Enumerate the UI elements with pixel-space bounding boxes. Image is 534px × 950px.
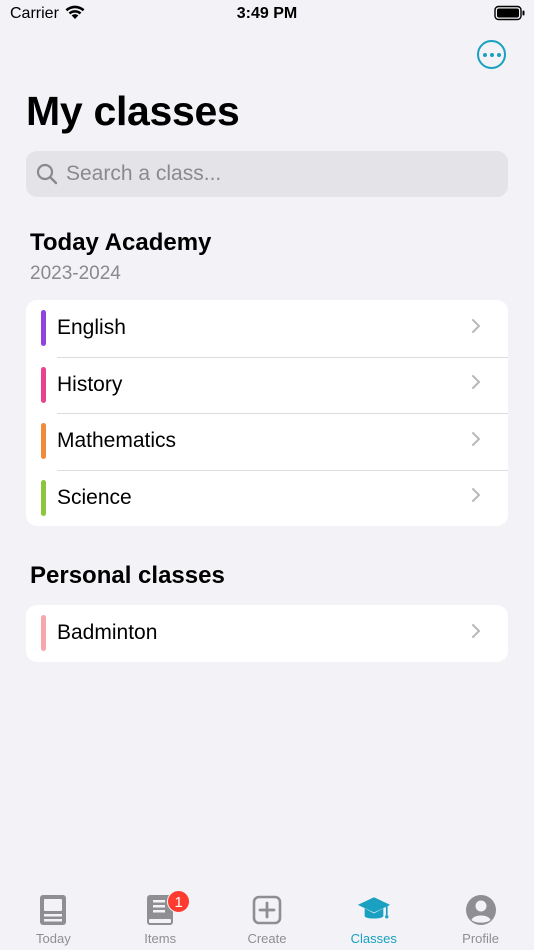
class-row-mathematics[interactable]: Mathematics [26, 413, 508, 470]
tab-label: Today [36, 931, 71, 946]
class-row-science[interactable]: Science [26, 469, 508, 527]
chevron-right-icon [471, 318, 481, 339]
search-input[interactable] [66, 151, 496, 197]
class-label: Mathematics [57, 429, 177, 453]
tab-items[interactable]: 1 Items [107, 884, 214, 950]
section-subtitle-year: 2023-2024 [30, 263, 121, 284]
section-title-personal-classes: Personal classes [30, 562, 225, 589]
tab-label: Profile [462, 931, 500, 946]
class-row-badminton[interactable]: Badminton [26, 605, 508, 662]
class-color-bar [41, 615, 46, 652]
status-bar: Carrier 3:49 PM [0, 0, 534, 30]
tab-label: Items [144, 931, 177, 946]
class-row-english[interactable]: English [26, 300, 508, 357]
status-time: 3:49 PM [236, 5, 298, 22]
tab-label: Classes [350, 931, 397, 946]
search-icon [36, 163, 58, 190]
class-color-bar [41, 310, 46, 347]
chevron-right-icon [471, 623, 481, 644]
battery-icon [494, 5, 526, 26]
tab-classes[interactable]: Classes [320, 884, 427, 950]
class-label: Science [57, 485, 132, 509]
ellipsis-dot [489, 52, 494, 57]
tab-bar: Today 1 Items Create Classes Profile [0, 884, 534, 950]
chevron-right-icon [471, 487, 481, 508]
section-title-today-academy: Today Academy [30, 229, 212, 256]
more-options-button[interactable] [477, 40, 506, 69]
person-circle-icon [464, 893, 498, 927]
page-title: My classes [26, 88, 240, 134]
class-label: Badminton [57, 621, 158, 645]
tab-label: Create [247, 931, 287, 946]
class-color-bar [41, 366, 46, 403]
class-color-bar [41, 423, 46, 460]
class-list-today-academy: English History Mathematics Science [26, 300, 508, 526]
search-bar[interactable] [26, 151, 508, 197]
chevron-right-icon [471, 374, 481, 395]
class-row-history[interactable]: History [26, 356, 508, 414]
ellipsis-circle-icon [482, 52, 487, 57]
class-label: History [57, 372, 123, 396]
class-label: English [57, 316, 126, 340]
tab-create[interactable]: Create [214, 884, 321, 950]
tab-profile[interactable]: Profile [427, 884, 534, 950]
chevron-right-icon [471, 431, 481, 452]
book-icon: 1 [143, 890, 191, 927]
plus-square-icon [250, 893, 284, 927]
newspaper-icon [36, 893, 70, 927]
class-list-personal: Badminton [26, 605, 508, 662]
tab-today[interactable]: Today [0, 884, 107, 950]
graduation-cap-icon [357, 893, 391, 927]
items-badge: 1 [167, 890, 191, 913]
class-color-bar [41, 479, 46, 516]
ellipsis-dot [496, 52, 501, 57]
